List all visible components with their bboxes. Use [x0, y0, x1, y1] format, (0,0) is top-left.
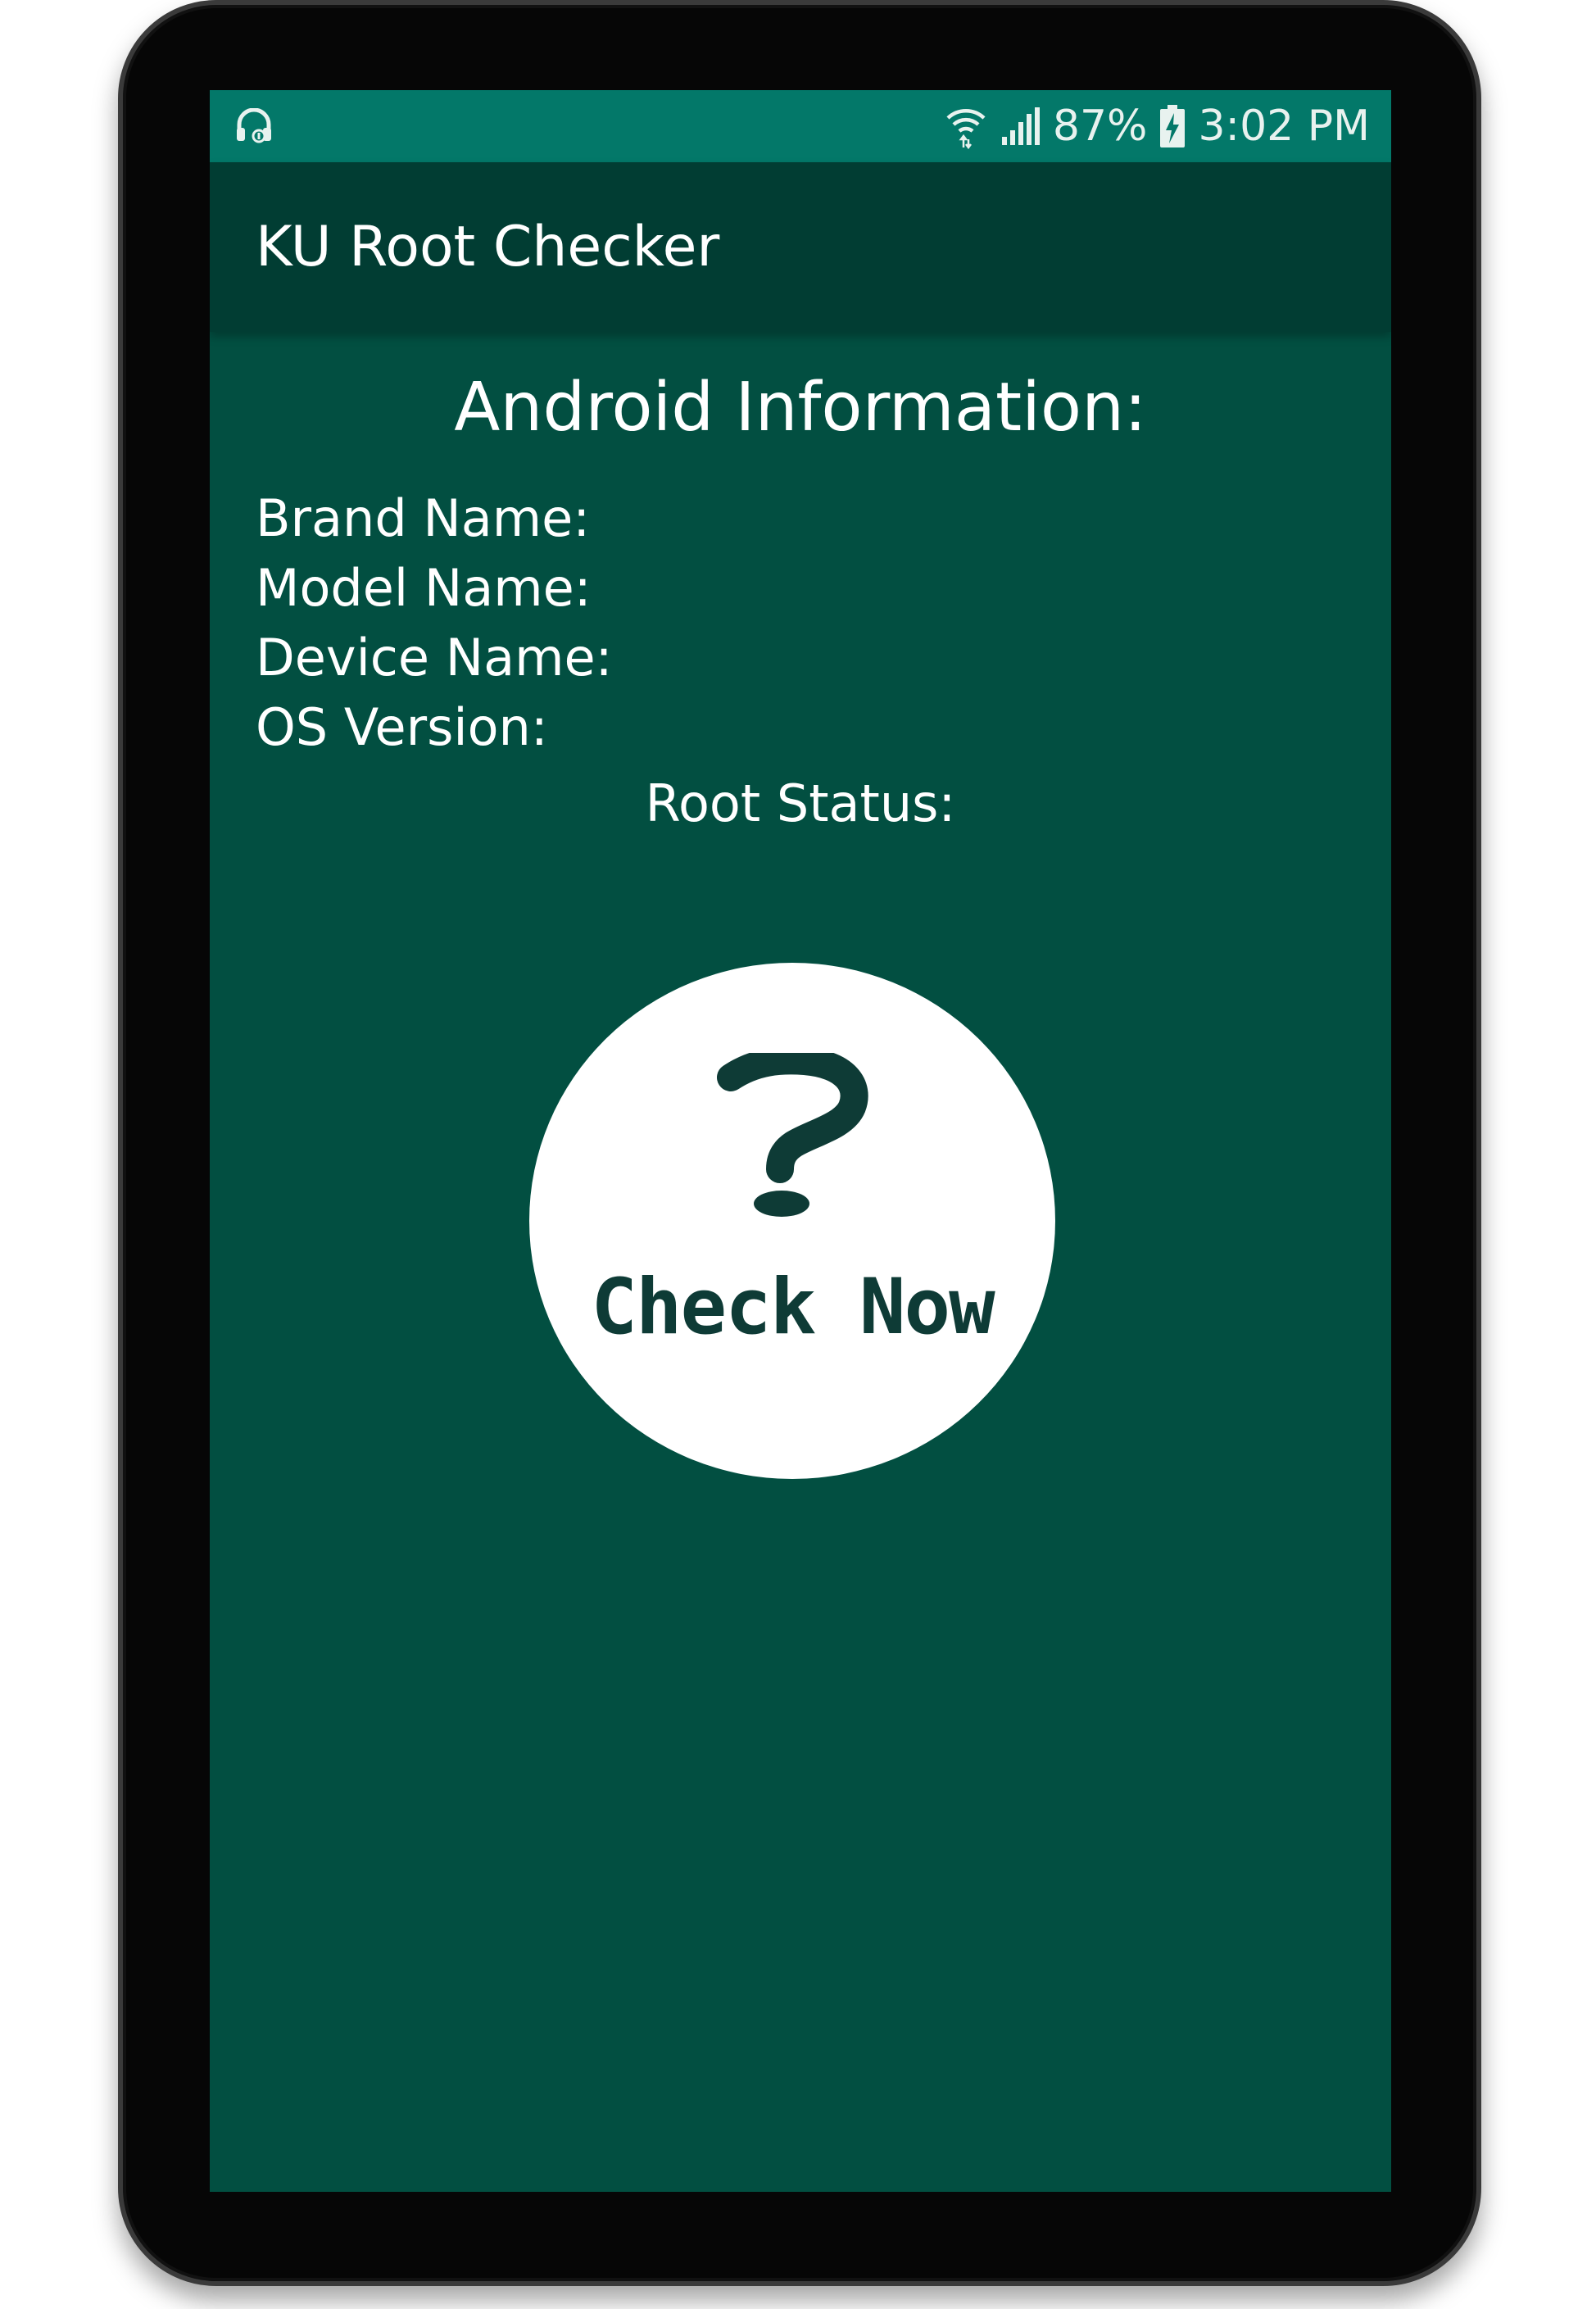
check-now-button[interactable]: Check Now: [529, 963, 1055, 1479]
battery-percent: 87%: [1052, 102, 1148, 151]
os-version-label: OS Version:: [256, 697, 548, 757]
headset-icon: [237, 108, 271, 143]
device-info-list: Brand Name: Model Name: Device Name: OS …: [256, 483, 613, 762]
wifi-icon: [946, 109, 986, 149]
status-time: 3:02 PM: [1198, 102, 1370, 151]
battery-charging-icon: [1160, 105, 1186, 147]
brand-name-label: Brand Name:: [256, 488, 591, 548]
app-bar: KU Root Checker: [210, 162, 1391, 332]
app-title: KU Root Checker: [256, 215, 720, 279]
question-mark-icon: [717, 1053, 868, 1217]
check-now-label: Check Now: [591, 1263, 995, 1352]
model-name-label: Model Name:: [256, 558, 592, 618]
status-right-group: 87% 3:02 PM: [945, 90, 1370, 162]
android-info-heading: Android Information:: [454, 369, 1147, 447]
signal-icon: [1001, 107, 1040, 145]
device-name-label: Device Name:: [256, 628, 613, 687]
root-status-label: Root Status:: [645, 773, 956, 833]
device-mockup: 87% 3:02 PM KU Root Checker Android Info…: [0, 0, 1596, 2309]
status-bar: 87% 3:02 PM: [210, 90, 1391, 162]
app-screen: 87% 3:02 PM KU Root Checker Android Info…: [210, 90, 1391, 2192]
